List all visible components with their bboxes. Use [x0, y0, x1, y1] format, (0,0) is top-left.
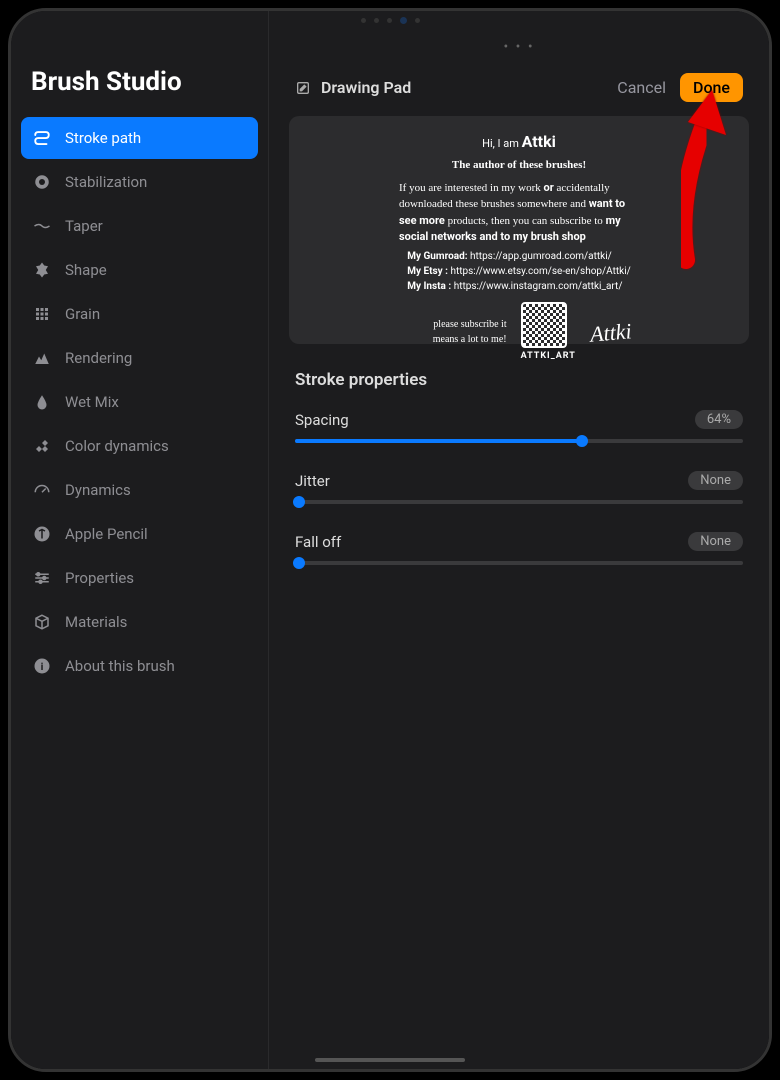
sidebar-item-stabilization[interactable]: Stabilization: [21, 161, 258, 203]
sidebar-item-label: Stroke path: [65, 129, 141, 147]
sidebar-item-label: Color dynamics: [65, 437, 169, 455]
stroke-path-icon: [33, 129, 51, 147]
sidebar-item-label: Rendering: [65, 349, 132, 367]
grain-icon: [33, 305, 51, 323]
hardware-button: [771, 121, 772, 161]
sidebar-item-apple-pencil[interactable]: Apple Pencil: [21, 513, 258, 555]
qr-group: ATTKI_ART: [521, 302, 576, 364]
taper-icon: [33, 217, 51, 235]
falloff-slider[interactable]: [295, 561, 743, 565]
property-label: Jitter: [295, 472, 330, 490]
drawing-pad-preview[interactable]: Hi, I am Attki The author of these brush…: [289, 116, 749, 344]
sidebar-item-grain[interactable]: Grain: [21, 293, 258, 335]
section-title: Stroke properties: [289, 366, 749, 402]
dynamics-icon: [33, 481, 51, 499]
sidebar-item-label: Apple Pencil: [65, 525, 148, 543]
property-value-badge[interactable]: 64%: [695, 410, 743, 429]
stabilization-icon: [33, 173, 51, 191]
property-value-badge[interactable]: None: [688, 471, 743, 490]
sidebar-item-label: Grain: [65, 305, 100, 323]
sidebar-item-color-dynamics[interactable]: Color dynamics: [21, 425, 258, 467]
hardware-button: [771, 171, 772, 211]
sidebar-item-materials[interactable]: Materials: [21, 601, 258, 643]
sidebar-item-label: Dynamics: [65, 481, 131, 499]
done-button[interactable]: Done: [680, 73, 743, 102]
ipad-frame: Brush Studio Stroke path Stabilization: [8, 8, 772, 1072]
pad-author-line: The author of these brushes!: [452, 157, 586, 174]
apple-pencil-icon: [33, 525, 51, 543]
about-icon: i: [33, 657, 51, 675]
sidebar-item-rendering[interactable]: Rendering: [21, 337, 258, 379]
property-label: Fall off: [295, 533, 341, 551]
app-container: Brush Studio Stroke path Stabilization: [11, 11, 769, 1069]
color-dynamics-icon: [33, 437, 51, 455]
svg-text:i: i: [41, 660, 44, 673]
pad-links: My Gumroad: https://app.gumroad.com/attk…: [407, 249, 631, 294]
property-jitter: Jitter None: [289, 463, 749, 524]
property-falloff: Fall off None: [289, 524, 749, 585]
ellipsis-icon[interactable]: • • •: [289, 39, 749, 55]
sidebar-item-label: Taper: [65, 217, 103, 235]
spacing-slider[interactable]: [295, 439, 743, 443]
home-indicator[interactable]: [315, 1058, 465, 1062]
header-title-group[interactable]: Drawing Pad: [295, 78, 411, 97]
pad-greeting: Hi, I am Attki: [482, 130, 556, 154]
camera-notch: [330, 14, 450, 26]
pad-footer: please subscribe it means a lot to me! A…: [407, 302, 632, 364]
jitter-slider[interactable]: [295, 500, 743, 504]
property-spacing: Spacing 64%: [289, 402, 749, 463]
property-label: Spacing: [295, 411, 349, 429]
sidebar-item-taper[interactable]: Taper: [21, 205, 258, 247]
sidebar-item-label: About this brush: [65, 657, 175, 675]
sidebar-items: Stroke path Stabilization Taper: [11, 111, 268, 695]
sidebar: Brush Studio Stroke path Stabilization: [11, 11, 269, 1069]
pad-subscribe-text: please subscribe it means a lot to me!: [407, 317, 507, 347]
sidebar-item-label: Properties: [65, 569, 134, 587]
header: Drawing Pad Cancel Done: [289, 67, 749, 116]
qr-caption: ATTKI_ART: [521, 350, 576, 364]
sidebar-item-label: Shape: [65, 261, 107, 279]
sidebar-item-dynamics[interactable]: Dynamics: [21, 469, 258, 511]
sidebar-item-shape[interactable]: Shape: [21, 249, 258, 291]
page-title: Drawing Pad: [321, 78, 411, 97]
shape-icon: [33, 261, 51, 279]
rendering-icon: [33, 349, 51, 367]
header-buttons: Cancel Done: [617, 73, 743, 102]
sidebar-item-label: Materials: [65, 613, 127, 631]
sidebar-item-wet-mix[interactable]: Wet Mix: [21, 381, 258, 423]
sidebar-item-label: Wet Mix: [65, 393, 119, 411]
wet-mix-icon: [33, 393, 51, 411]
signature: Attki: [588, 314, 632, 350]
properties-icon: [33, 569, 51, 587]
sidebar-item-label: Stabilization: [65, 173, 147, 191]
materials-icon: [33, 613, 51, 631]
sidebar-item-stroke-path[interactable]: Stroke path: [21, 117, 258, 159]
qr-code: [521, 302, 567, 348]
cancel-button[interactable]: Cancel: [617, 78, 666, 97]
property-value-badge[interactable]: None: [688, 532, 743, 551]
sidebar-item-properties[interactable]: Properties: [21, 557, 258, 599]
sidebar-item-about[interactable]: i About this brush: [21, 645, 258, 687]
app-title: Brush Studio: [11, 51, 268, 111]
main-content: • • • Drawing Pad Cancel Done Hi, I am: [269, 11, 769, 1069]
pad-body: If you are interested in my work or acci…: [399, 180, 639, 246]
edit-icon: [295, 80, 311, 96]
